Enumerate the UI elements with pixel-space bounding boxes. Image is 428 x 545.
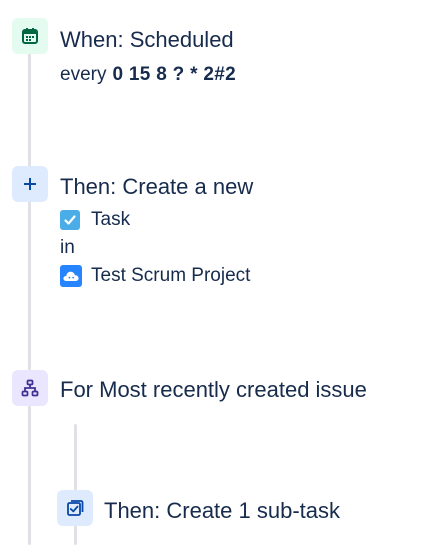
automation-rule-flow: When: Scheduled every 0 15 8 ? * 2#2 The…: [0, 0, 428, 545]
subtask-action-title[interactable]: Then: Create 1 sub-task: [104, 497, 340, 525]
branch-hierarchy-icon[interactable]: [12, 370, 48, 406]
schedule-prefix: every: [60, 64, 107, 85]
create-action-title[interactable]: Then: Create a new: [60, 173, 253, 201]
main-connector-line: [28, 52, 31, 545]
plus-icon[interactable]: [12, 166, 48, 202]
cloud-project-icon: [60, 265, 82, 287]
task-checkbox-icon: [60, 210, 80, 230]
schedule-description: every 0 15 8 ? * 2#2: [60, 63, 236, 87]
calendar-icon[interactable]: [12, 18, 48, 54]
issue-type-label: Task: [91, 209, 131, 230]
branch-connector-line: [74, 424, 77, 545]
in-label: in: [60, 237, 75, 258]
cron-expression: 0 15 8 ? * 2#2: [112, 64, 237, 85]
issue-type: Task: [60, 208, 130, 232]
trigger-title[interactable]: When: Scheduled: [60, 26, 234, 54]
project-name: Test Scrum Project: [91, 265, 251, 286]
subtask-icon[interactable]: [57, 490, 93, 526]
project: Test Scrum Project: [60, 264, 250, 288]
branch-title[interactable]: For Most recently created issue: [60, 376, 367, 404]
